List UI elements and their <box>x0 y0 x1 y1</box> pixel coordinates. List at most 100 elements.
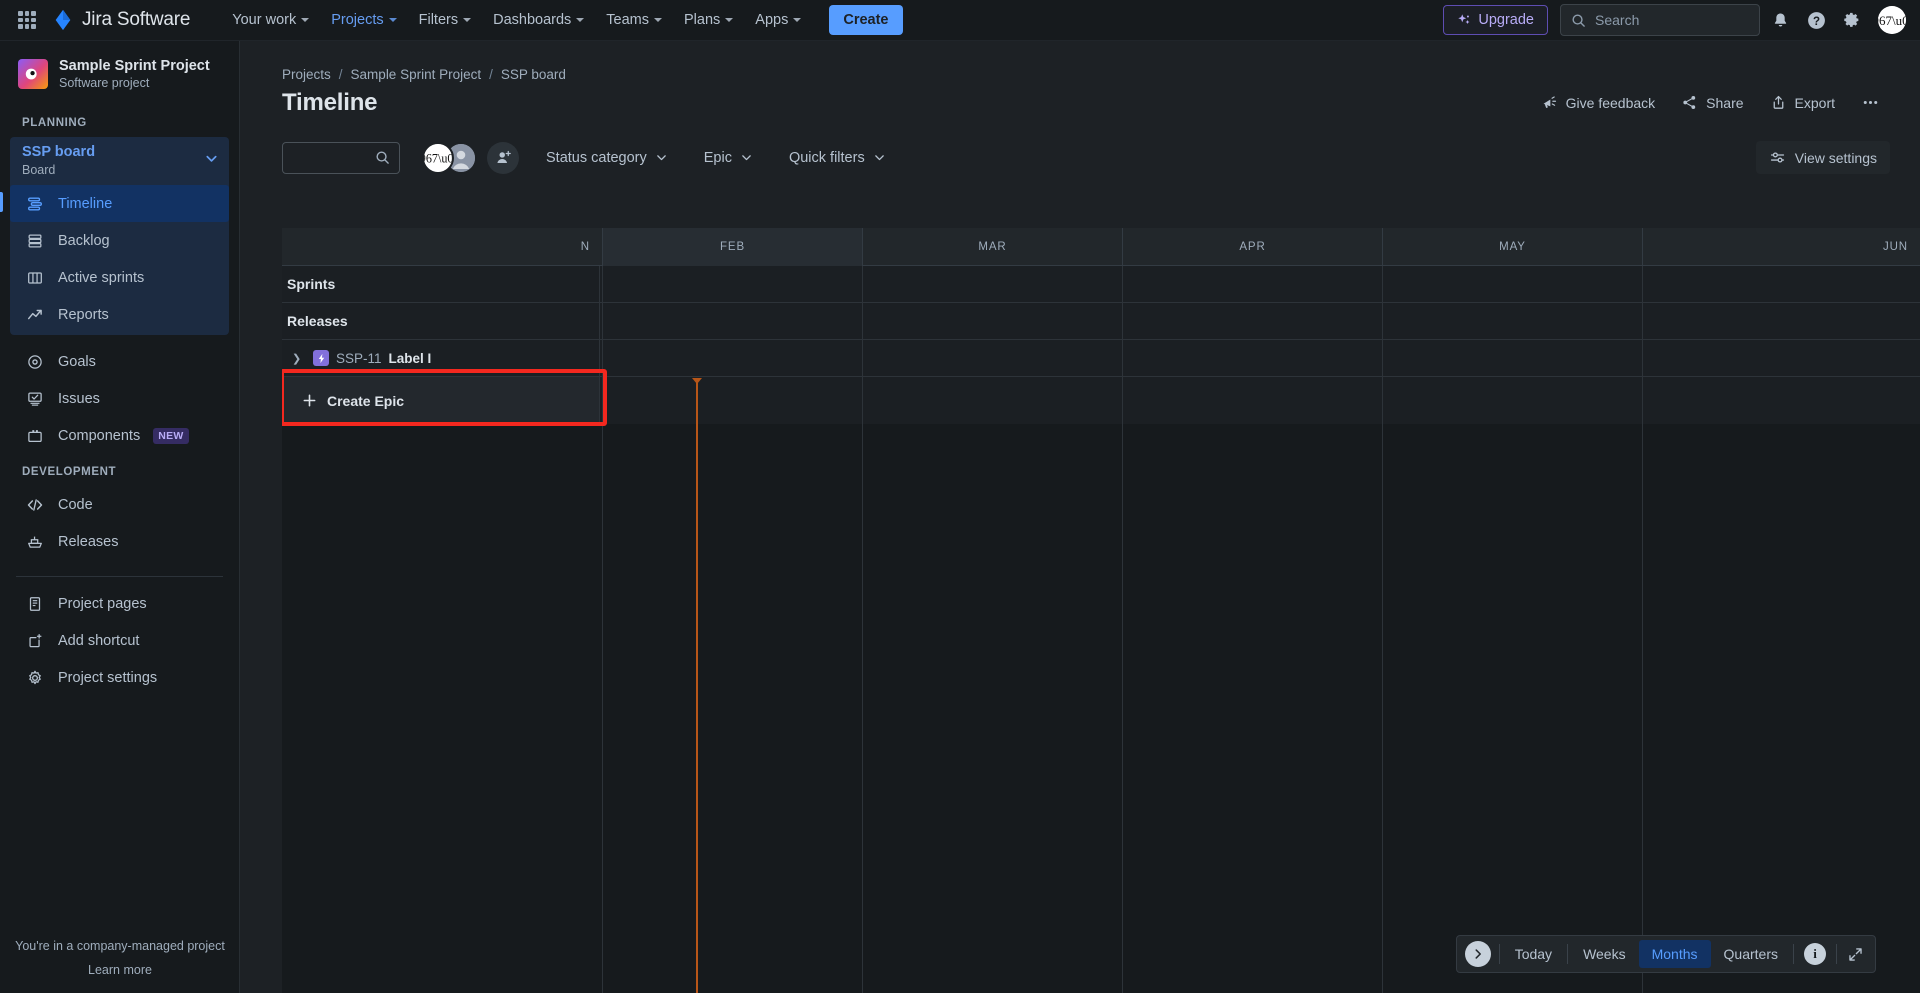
svg-text:\u0967\u0967: \u0967\u0967 <box>1878 13 1906 28</box>
svg-text:\u0967\u0967: \u0967\u0967 <box>424 151 452 165</box>
sidebar-item-add-shortcut[interactable]: Add shortcut <box>10 622 229 659</box>
nav-label: Projects <box>331 12 384 28</box>
give-feedback-button[interactable]: Give feedback <box>1531 87 1666 118</box>
settings-gear-icon[interactable] <box>1836 4 1868 36</box>
nav-plans[interactable]: Plans <box>674 6 743 34</box>
create-button[interactable]: Create <box>829 5 903 35</box>
nav-dashboards[interactable]: Dashboards <box>483 6 594 34</box>
search-icon <box>1572 13 1585 27</box>
row-track[interactable] <box>600 303 1920 339</box>
project-name: Sample Sprint Project <box>59 58 210 74</box>
export-upload-icon <box>1773 95 1783 109</box>
sidebar-item-issues[interactable]: Issues <box>10 380 229 417</box>
expand-chevron-right-icon[interactable]: ❯ <box>292 352 306 365</box>
sidebar-item-project-settings[interactable]: Project settings <box>10 659 229 696</box>
create-epic-button[interactable]: Create Epic <box>282 377 600 424</box>
sidebar-item-components[interactable]: Components NEW <box>10 417 229 454</box>
status-category-filter[interactable]: Status category <box>537 143 677 173</box>
breadcrumb-projects[interactable]: Projects <box>282 67 331 82</box>
breadcrumb-ssp-board[interactable]: SSP board <box>501 67 566 82</box>
chevron-down-icon <box>463 18 472 22</box>
project-sidebar: Sample Sprint Project Software project P… <box>0 41 240 993</box>
user-avatar-icon[interactable]: \u0967\u0967 <box>1878 6 1906 34</box>
create-epic-label: Create Epic <box>327 392 405 409</box>
chevron-down-icon[interactable] <box>204 151 219 171</box>
sidebar-item-reports[interactable]: Reports <box>10 296 229 333</box>
app-switcher-grid-icon[interactable] <box>14 7 40 33</box>
sidebar-item-label: Backlog <box>58 232 110 249</box>
sidebar-item-goals[interactable]: Goals <box>10 343 229 380</box>
sparkle-icon <box>1458 14 1470 25</box>
nav-projects[interactable]: Projects <box>321 6 406 34</box>
project-header[interactable]: Sample Sprint Project Software project <box>0 41 239 105</box>
jira-brand-logo[interactable]: Jira Software <box>52 9 190 31</box>
chevron-right-circle-icon[interactable] <box>1464 941 1491 967</box>
sidebar-item-project-pages[interactable]: Project pages <box>10 585 229 622</box>
sidebar-item-releases[interactable]: Releases <box>10 523 229 560</box>
nav-label: Dashboards <box>493 12 572 28</box>
divider <box>1498 944 1500 964</box>
chevron-down-icon <box>725 18 734 22</box>
avatar[interactable]: \u0967\u0967 <box>422 141 454 174</box>
sidebar-item-active-sprints[interactable]: Active sprints <box>10 259 229 296</box>
sidebar-item-label: Issues <box>58 390 100 407</box>
view-settings-button[interactable]: View settings <box>1755 141 1890 174</box>
releases-ship-icon <box>24 531 45 552</box>
board-selector[interactable]: SSP board Board <box>10 137 229 185</box>
code-brackets-icon <box>24 494 45 515</box>
nav-teams[interactable]: Teams <box>596 6 672 34</box>
row-track[interactable] <box>600 266 1920 302</box>
sliders-icon <box>1770 152 1784 163</box>
main-content: Projects / Sample Sprint Project / SSP b… <box>240 41 1920 993</box>
chevron-down-icon <box>301 18 310 22</box>
board-title: SSP board <box>22 144 96 161</box>
add-person-icon[interactable] <box>487 141 519 174</box>
timeline-search-input[interactable] <box>282 141 400 174</box>
nav-your-work[interactable]: Your work <box>222 6 319 34</box>
export-button[interactable]: Export <box>1760 87 1845 118</box>
sidebar-item-timeline[interactable]: Timeline <box>0 185 229 223</box>
upgrade-button[interactable]: Upgrade <box>1443 5 1548 35</box>
timeline-month-header: N FEB MAR APR MAY JUN <box>282 228 1920 266</box>
nav-filters[interactable]: Filters <box>409 6 481 34</box>
today-button[interactable]: Today <box>1502 940 1565 968</box>
search-input[interactable]: Search <box>1560 4 1760 36</box>
sidebar-item-label: Project pages <box>58 595 147 612</box>
scale-quarters[interactable]: Quarters <box>1711 940 1791 968</box>
more-options-icon <box>1863 100 1878 105</box>
chevron-down-icon <box>742 155 751 161</box>
share-button[interactable]: Share <box>1671 87 1753 118</box>
epic-key: SSP-11 <box>336 350 382 366</box>
row-label: Releases <box>282 303 600 339</box>
quick-filters[interactable]: Quick filters <box>780 143 895 173</box>
help-question-icon[interactable]: ? <box>1800 4 1832 36</box>
timeline-row-releases[interactable]: Releases <box>282 303 1920 340</box>
month-cell: MAY <box>1382 228 1642 266</box>
today-marker-line <box>692 378 702 993</box>
sidebar-item-label: Code <box>58 496 93 513</box>
more-options-button[interactable] <box>1851 86 1890 119</box>
sidebar-item-code[interactable]: Code <box>10 486 229 523</box>
nav-apps[interactable]: Apps <box>745 6 811 34</box>
scale-weeks[interactable]: Weeks <box>1570 940 1639 968</box>
epic-filter[interactable]: Epic <box>695 143 762 173</box>
share-nodes-icon <box>1683 95 1696 110</box>
components-icon <box>24 425 45 446</box>
info-icon[interactable]: i <box>1804 943 1826 965</box>
learn-more-link[interactable]: Learn more <box>0 963 240 977</box>
action-label: Give feedback <box>1565 94 1656 111</box>
breadcrumb-sample-sprint-project[interactable]: Sample Sprint Project <box>351 67 482 82</box>
scale-months[interactable]: Months <box>1638 940 1711 968</box>
fullscreen-expand-icon[interactable] <box>1841 941 1869 967</box>
row-track[interactable] <box>600 340 1920 376</box>
sidebar-item-label: Project settings <box>58 669 158 686</box>
timeline-row-sprints[interactable]: Sprints <box>282 266 1920 303</box>
sidebar-item-backlog[interactable]: Backlog <box>10 222 229 259</box>
timeline-row-epic[interactable]: ❯ SSP-11 Label I <box>282 340 1920 377</box>
nav-label: Filters <box>418 12 459 28</box>
notification-bell-icon[interactable] <box>1764 4 1796 36</box>
backlog-icon <box>24 230 45 251</box>
timeline-zoom-toolbar: Today Weeks Months Quarters i <box>1455 935 1876 973</box>
action-label: Export <box>1794 94 1835 111</box>
svg-text:?: ? <box>1812 16 1819 28</box>
